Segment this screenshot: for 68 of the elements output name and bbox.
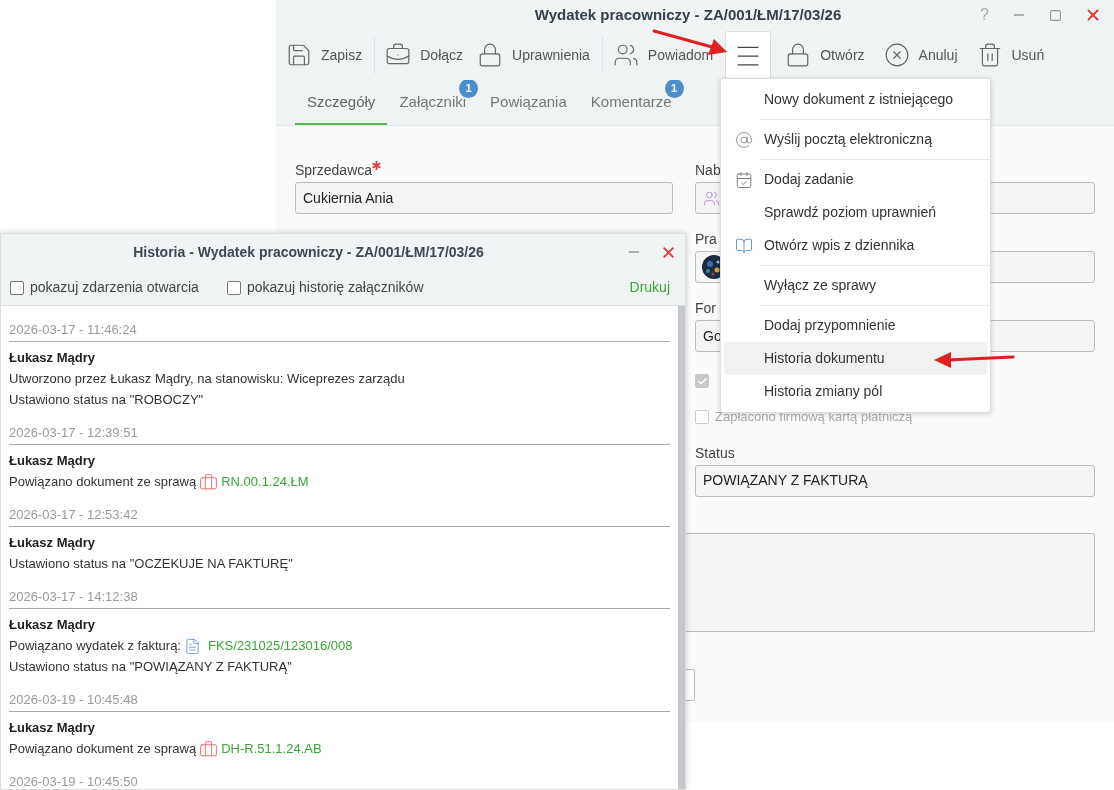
count-badge: 1 (459, 80, 479, 98)
menu-button[interactable] (725, 31, 772, 80)
history-text: Utworzono przez Łukasz Mądry, na stanowisku: Wiceprezes zarządu (9, 370, 405, 388)
seller-field[interactable]: Cukiernia Ania (295, 182, 673, 214)
calendar-check-icon (735, 170, 753, 189)
window-title: Historia - Wydatek pracowniczy - ZA/001/ŁM/17/03/26 (133, 242, 484, 262)
toolbar-button[interactable]: Dołącz (383, 30, 466, 80)
toolbar-button[interactable]: Otwórz (783, 30, 867, 80)
book-icon (735, 236, 753, 255)
menu-item[interactable]: Dodaj zadanie (724, 163, 987, 196)
toolbar-button[interactable]: Usuń (974, 30, 1047, 80)
menu-item[interactable]: Sprawdź poziom uprawnień (724, 196, 987, 229)
field-label: Status (695, 443, 736, 461)
timestamp: 2026-03-17 - 12:53:42 (9, 506, 670, 527)
checkbox[interactable] (226, 280, 241, 295)
menu-item[interactable]: Otwórz wpis z dziennika (724, 229, 987, 262)
author-name: Łukasz Mądry (9, 349, 96, 367)
author-name: Łukasz Mądry (9, 616, 96, 634)
circle-x-icon (883, 42, 910, 68)
checkbox-label: Zapłacono firmową kartą płatniczą (715, 408, 913, 426)
toolbar-button[interactable]: Zapisz (284, 30, 365, 80)
menu-item[interactable]: Nowy dokument z istniejącego (724, 83, 987, 116)
field-label: Pra (695, 230, 717, 247)
tab[interactable]: Komentarze 1 (578, 80, 684, 125)
menu-item[interactable]: Wyłącz ze sprawy (724, 269, 987, 302)
briefcase-icon (199, 472, 219, 492)
tab[interactable]: Załączniki 1 (387, 80, 479, 125)
text-area[interactable] (686, 532, 1095, 632)
toolbar-button[interactable]: Anuluj (881, 30, 960, 80)
history-text: Powiązano wydatek z fakturą: (9, 637, 181, 655)
history-text: Powiązano dokument ze sprawą (9, 473, 197, 491)
window-title: Wydatek pracowniczy - ZA/001/ŁM/17/03/26 (534, 4, 842, 25)
people-icon (703, 189, 720, 207)
people-icon (612, 42, 639, 68)
history-text: Ustawiono status na "POWIĄZANY Z FAKTURĄ" (9, 658, 292, 676)
history-text: Ustawiono status na "ROBOCZY" (9, 391, 204, 409)
timestamp: 2026-03-17 - 14:12:38 (9, 588, 670, 609)
timestamp: 2026-03-17 - 12:39:51 (9, 424, 670, 445)
history-text: Powiązano dokument ze sprawą (9, 740, 197, 758)
at-sign-icon (735, 130, 753, 149)
checkbox-label: pokazuj historię załączników (246, 278, 424, 297)
scrollbar[interactable] (678, 306, 685, 789)
author-name: Łukasz Mądry (9, 534, 96, 552)
menu-item[interactable]: Wyślij pocztą elektroniczną (724, 123, 987, 156)
status-field[interactable]: POWIĄZANY Z FAKTURĄ (695, 464, 1095, 497)
menu-item[interactable]: Historia dokumentu (724, 342, 987, 375)
field-label: For (695, 299, 716, 316)
checkbox-label: pokazuj zdarzenia otwarcia (30, 278, 199, 297)
briefcase-icon (199, 739, 219, 759)
menu-item[interactable]: Dodaj przypomnienie (724, 309, 987, 342)
timestamp: 2026-03-19 - 10:45:50 (9, 773, 670, 789)
menu-item[interactable]: Historia zmiany pól (724, 375, 987, 408)
maximize-icon[interactable] (1049, 8, 1062, 22)
field-label: Nab (695, 161, 721, 178)
field-label: Sprzedawca (295, 161, 373, 180)
checkbox[interactable] (10, 280, 24, 295)
author-name: Łukasz Mądry (9, 452, 96, 470)
timestamp: 2026-03-19 - 10:45:48 (9, 691, 670, 712)
tab[interactable]: Powiązania (478, 80, 579, 125)
input-field[interactable] (686, 668, 695, 701)
author-name: Łukasz Mądry (9, 719, 96, 737)
toolbar-button[interactable]: Powiadom (610, 30, 716, 80)
history-text: Ustawiono status na "OCZEKUJE NA FAKTURĘ" (9, 555, 293, 573)
timestamp: 2026-03-17 - 11:46:24 (9, 321, 670, 342)
count-badge: 1 (664, 80, 684, 98)
document-icon (184, 637, 201, 655)
toolbar-button[interactable]: Uprawnienia (475, 30, 592, 80)
tab[interactable]: Szczegóły (295, 80, 388, 125)
